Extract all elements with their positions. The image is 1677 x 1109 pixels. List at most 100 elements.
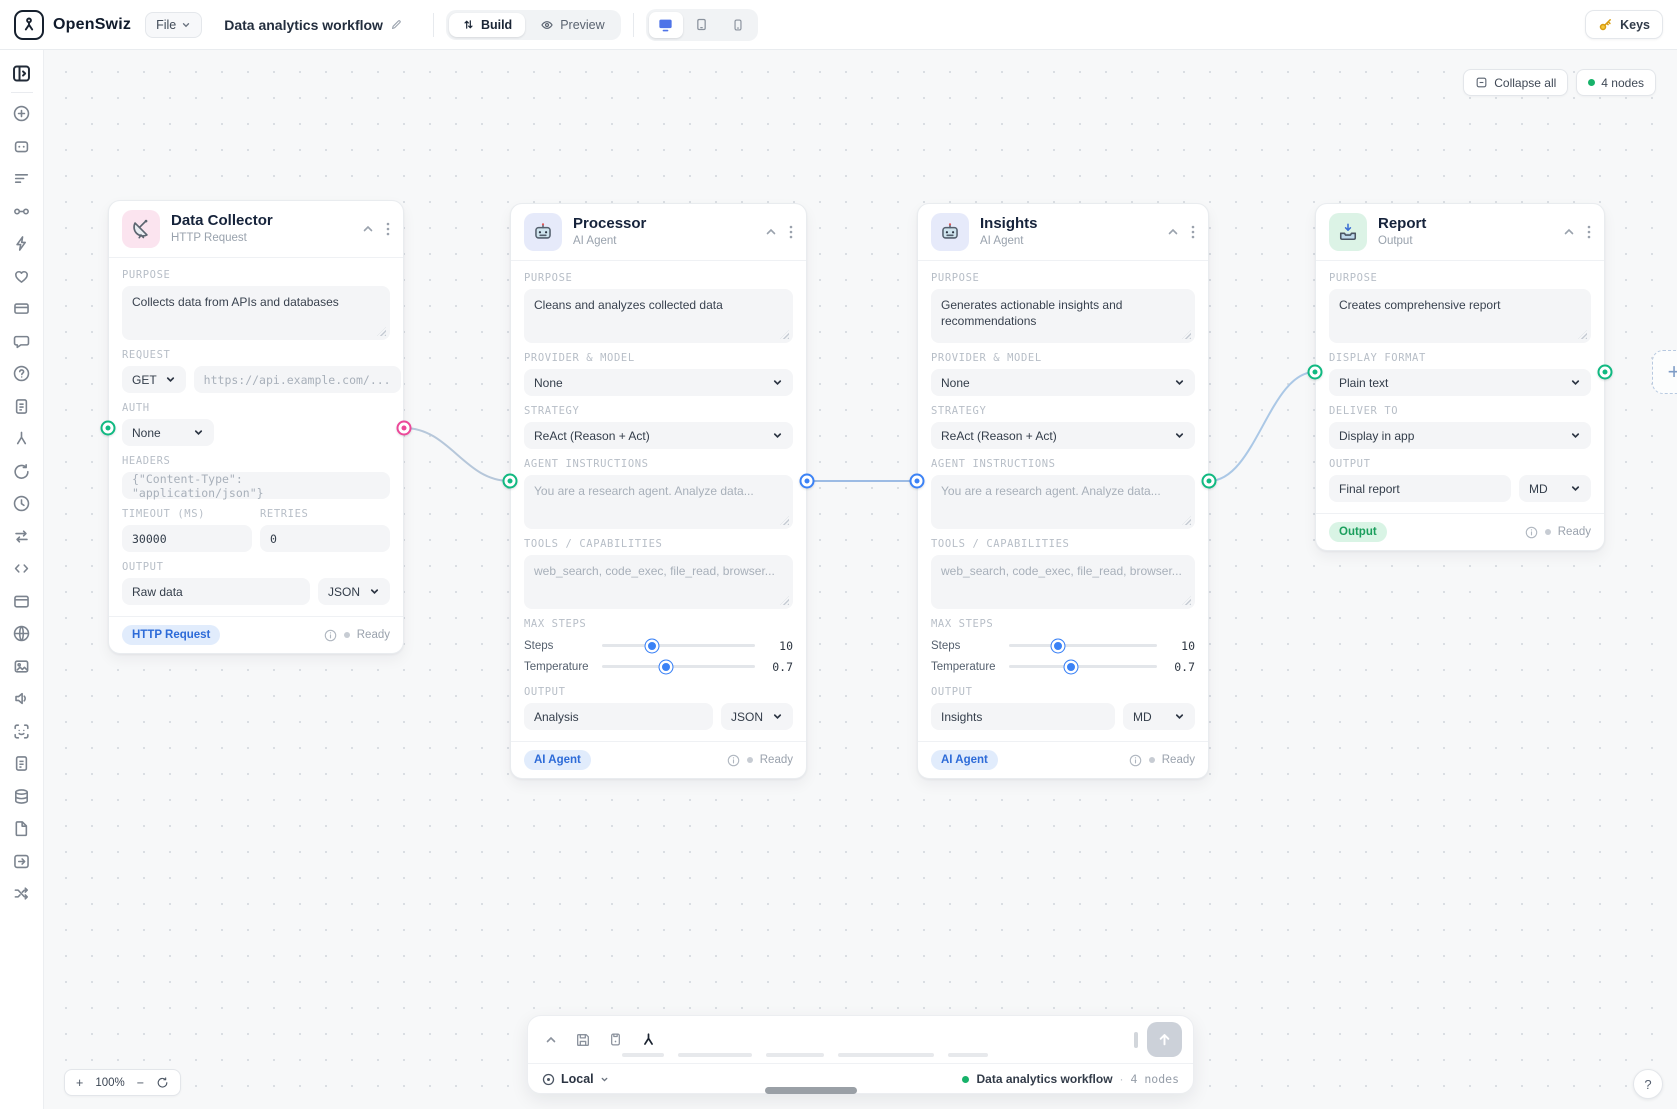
info-icon[interactable] xyxy=(727,754,740,767)
deliver-to-select[interactable]: Display in app xyxy=(1329,422,1591,449)
node-processor[interactable]: Processor AI Agent PURPOSE Cleans and an… xyxy=(510,203,807,779)
temperature-slider[interactable] xyxy=(1009,659,1157,674)
collapse-chevron-icon[interactable] xyxy=(1167,226,1179,238)
display-format-select[interactable]: Plain text xyxy=(1329,369,1591,396)
output-name-input[interactable]: Insights xyxy=(931,703,1115,730)
kebab-menu-icon[interactable] xyxy=(1191,225,1195,239)
output-format-select[interactable]: MD xyxy=(1123,703,1195,730)
node-header[interactable]: Report Output xyxy=(1316,204,1604,261)
refresh-icon[interactable] xyxy=(12,462,31,481)
output-format-select[interactable]: MD xyxy=(1519,475,1591,502)
output-format-select[interactable]: JSON xyxy=(318,578,390,605)
device-save-icon[interactable] xyxy=(608,1032,623,1047)
help-button[interactable]: ? xyxy=(1633,1069,1663,1099)
output-name-input[interactable]: Final report xyxy=(1329,475,1511,502)
chat-icon[interactable] xyxy=(12,332,31,351)
assistant-panel[interactable]: Local Data analytics workflow · 4 nodes xyxy=(527,1015,1194,1094)
workflow-branch-icon[interactable] xyxy=(640,1031,657,1048)
strategy-select[interactable]: ReAct (Reason + Act) xyxy=(524,422,793,449)
merge-icon[interactable] xyxy=(12,429,31,448)
instructions-textarea[interactable]: You are a research agent. Analyze data..… xyxy=(524,475,793,529)
edit-pencil-icon[interactable] xyxy=(390,18,403,31)
zoom-out-button[interactable]: − xyxy=(137,1076,144,1090)
resize-handle-icon[interactable] xyxy=(780,330,789,339)
slider-thumb[interactable] xyxy=(1063,659,1079,674)
history-icon[interactable] xyxy=(12,494,31,513)
collapse-chevron-icon[interactable] xyxy=(362,223,374,235)
steps-slider[interactable] xyxy=(1009,638,1157,653)
provider-select[interactable]: None xyxy=(931,369,1195,396)
resize-handle-icon[interactable] xyxy=(377,327,386,336)
auth-select[interactable]: None xyxy=(122,419,214,446)
resize-handle-icon[interactable] xyxy=(780,596,789,605)
zoom-in-button[interactable]: + xyxy=(76,1076,83,1090)
resize-handle-icon[interactable] xyxy=(1182,596,1191,605)
node-header[interactable]: Insights AI Agent xyxy=(918,204,1208,261)
port-insights-input[interactable] xyxy=(909,473,925,489)
info-icon[interactable] xyxy=(1525,526,1538,539)
collapse-chevron-icon[interactable] xyxy=(765,226,777,238)
file-icon[interactable] xyxy=(12,819,31,838)
filter-icon[interactable] xyxy=(12,169,31,188)
slider-thumb[interactable] xyxy=(658,659,674,674)
audio-icon[interactable] xyxy=(12,689,31,708)
node-header[interactable]: Processor AI Agent xyxy=(511,204,806,261)
swap-icon[interactable] xyxy=(12,527,31,546)
kebab-menu-icon[interactable] xyxy=(789,225,793,239)
tools-textarea[interactable]: web_search, code_exec, file_read, browse… xyxy=(524,555,793,609)
drag-handle[interactable] xyxy=(765,1087,857,1094)
output-name-input[interactable]: Raw data xyxy=(122,578,310,605)
reset-view-icon[interactable] xyxy=(156,1076,169,1089)
send-button[interactable] xyxy=(1147,1022,1182,1057)
headers-input[interactable]: {"Content-Type": "application/json"} xyxy=(122,472,390,500)
zap-icon[interactable] xyxy=(12,234,31,253)
resize-handle-icon[interactable] xyxy=(1182,516,1191,525)
purpose-textarea[interactable]: Collects data from APIs and databases xyxy=(122,286,390,340)
purpose-textarea[interactable]: Cleans and analyzes collected data xyxy=(524,289,793,343)
add-circle-icon[interactable] xyxy=(12,104,31,123)
heart-icon[interactable] xyxy=(12,267,31,286)
kebab-menu-icon[interactable] xyxy=(386,222,390,236)
temperature-slider[interactable] xyxy=(602,659,755,674)
panel-scrollbar[interactable] xyxy=(1134,1031,1138,1048)
file-menu-button[interactable]: File xyxy=(145,11,203,38)
port-insights-output[interactable] xyxy=(1201,473,1217,489)
tablet-device-button[interactable] xyxy=(685,12,719,38)
credit-card-icon[interactable] xyxy=(12,299,31,318)
notes-icon[interactable] xyxy=(12,397,31,416)
keys-button[interactable]: Keys xyxy=(1585,10,1663,39)
steps-slider[interactable] xyxy=(602,638,755,653)
connection-icon[interactable] xyxy=(12,202,31,221)
purpose-textarea[interactable]: Generates actionable insights and recomm… xyxy=(931,289,1195,343)
retries-input[interactable]: 0 xyxy=(260,525,390,552)
panel-toggle-icon[interactable] xyxy=(11,63,32,84)
info-icon[interactable] xyxy=(1129,754,1142,767)
export-icon[interactable] xyxy=(12,852,31,871)
bot-icon[interactable] xyxy=(12,137,31,156)
node-data-collector[interactable]: Data Collector HTTP Request PURPOSE Coll… xyxy=(108,200,404,654)
image-icon[interactable] xyxy=(12,657,31,676)
port-processor-input[interactable] xyxy=(502,473,518,489)
port-report-output[interactable] xyxy=(1597,364,1613,380)
desktop-device-button[interactable] xyxy=(648,11,683,38)
brand-logo-icon[interactable] xyxy=(14,9,44,40)
node-header[interactable]: Data Collector HTTP Request xyxy=(109,201,403,258)
provider-select[interactable]: None xyxy=(524,369,793,396)
port-collector-input[interactable] xyxy=(100,420,116,436)
output-name-input[interactable]: Analysis xyxy=(524,703,713,730)
kebab-menu-icon[interactable] xyxy=(1587,225,1591,239)
collapse-chevron-icon[interactable] xyxy=(1563,226,1575,238)
window-icon[interactable] xyxy=(12,592,31,611)
add-node-button[interactable]: + xyxy=(1652,350,1677,394)
resize-handle-icon[interactable] xyxy=(1182,330,1191,339)
workflow-canvas[interactable]: Collapse all 4 nodes Data Collector HTTP… xyxy=(44,50,1677,1109)
resize-handle-icon[interactable] xyxy=(780,516,789,525)
resize-handle-icon[interactable] xyxy=(1578,330,1587,339)
build-tab[interactable]: Build xyxy=(448,12,526,37)
node-report[interactable]: Report Output PURPOSE Creates comprehens… xyxy=(1315,203,1605,551)
port-collector-output[interactable] xyxy=(396,420,412,436)
database-icon[interactable] xyxy=(12,787,31,806)
globe-icon[interactable] xyxy=(12,624,31,643)
expand-panel-icon[interactable] xyxy=(544,1033,558,1047)
environment-selector[interactable]: Local xyxy=(542,1072,609,1086)
